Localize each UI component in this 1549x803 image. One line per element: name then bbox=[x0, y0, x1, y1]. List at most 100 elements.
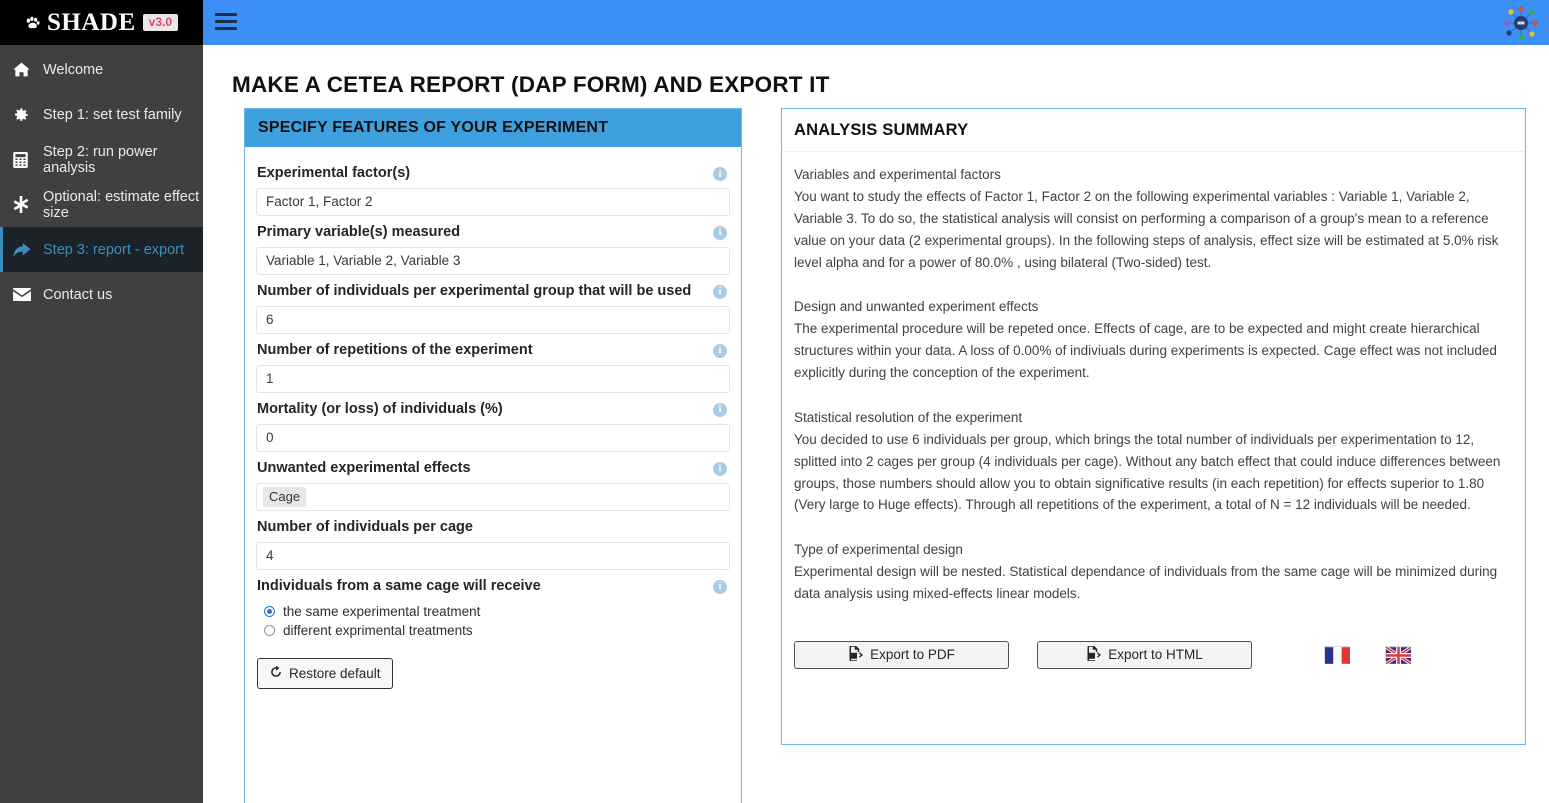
asterisk-icon bbox=[13, 196, 33, 213]
summary-heading: Variables and experimental factors bbox=[794, 167, 1001, 182]
analysis-summary-panel: Analysis summary Variables and experimen… bbox=[781, 108, 1526, 745]
radio-label: the same experimental treatment bbox=[283, 603, 481, 619]
export-to-pdf-label: Export to PDF bbox=[870, 647, 955, 663]
language-switcher bbox=[1324, 646, 1412, 666]
paw-icon bbox=[25, 15, 40, 30]
field-label: Number of individuals per experimental g… bbox=[257, 282, 692, 299]
radio-button[interactable] bbox=[264, 605, 275, 617]
field-label: Number of individuals per cage bbox=[257, 518, 473, 535]
summary-heading: Type of experimental design bbox=[794, 542, 963, 558]
info-icon[interactable]: i bbox=[713, 284, 727, 299]
field-label-row: Individuals from a same cage will receiv… bbox=[256, 570, 730, 601]
field-primary-variables: Primary variable(s) measured i bbox=[256, 216, 730, 275]
restore-default-button[interactable]: Restore default bbox=[257, 657, 393, 689]
sidebar-item-welcome[interactable]: Welcome bbox=[0, 47, 203, 92]
summary-heading: Design and unwanted experiment effects bbox=[794, 299, 1039, 315]
restore-default-wrap: Restore default bbox=[256, 639, 730, 689]
field-individuals-per-cage: Number of individuals per cage bbox=[256, 511, 730, 570]
network-logo-icon[interactable] bbox=[1501, 3, 1541, 43]
export-row: Export to PDF Export to HTML bbox=[794, 629, 1513, 669]
info-icon[interactable]: i bbox=[713, 579, 727, 594]
field-label: Unwanted experimental effects bbox=[257, 459, 471, 476]
panel-header-specify-features: Specify features of your experiment bbox=[245, 109, 741, 147]
primary-variables-input[interactable] bbox=[256, 246, 730, 275]
top-bar bbox=[203, 0, 1549, 45]
version-badge: v3.0 bbox=[142, 14, 178, 31]
sidebar: SHADE v3.0 Welcome Step 1: set test fami… bbox=[0, 0, 203, 803]
summary-block-design: Design and unwanted experiment effects T… bbox=[794, 297, 1513, 384]
sidebar-item-label: Optional: estimate effect size bbox=[43, 188, 200, 221]
info-icon[interactable]: i bbox=[713, 402, 727, 417]
page-title: Make a CETEA report (DAP form) and expor… bbox=[232, 72, 830, 97]
sidebar-item-label: Contact us bbox=[43, 286, 113, 303]
summary-block-design-type: Type of experimental design Experimental… bbox=[794, 540, 1513, 605]
panel-header-analysis-summary: Analysis summary bbox=[782, 109, 1525, 152]
flag-france-icon[interactable] bbox=[1324, 646, 1350, 665]
field-treatment-assignment: Individuals from a same cage will receiv… bbox=[256, 570, 730, 639]
arrow-right-icon bbox=[13, 242, 33, 258]
individuals-per-cage-input[interactable] bbox=[256, 541, 730, 570]
summary-heading: Statistical resolution of the experiment bbox=[794, 409, 1023, 425]
sidebar-item-label: Step 1: set test family bbox=[43, 106, 182, 123]
summary-text: The experimental procedure will be repet… bbox=[794, 321, 1497, 380]
field-label-row: Primary variable(s) measured i bbox=[256, 216, 730, 247]
calculator-icon bbox=[13, 151, 33, 168]
hamburger-icon[interactable] bbox=[215, 13, 237, 32]
field-label-row: Mortality (or loss) of individuals (%) i bbox=[256, 393, 730, 424]
app-window: SHADE v3.0 Welcome Step 1: set test fami… bbox=[0, 0, 1549, 803]
home-icon bbox=[13, 62, 33, 78]
hamburger-bar bbox=[215, 20, 237, 23]
summary-text: You decided to use 6 individuals per gro… bbox=[794, 431, 1501, 513]
export-to-html-label: Export to HTML bbox=[1108, 647, 1203, 663]
file-export-icon bbox=[848, 645, 864, 664]
field-label-row: Number of individuals per experimental g… bbox=[256, 275, 730, 306]
flag-united-kingdom-icon[interactable] bbox=[1385, 646, 1412, 666]
sidebar-item-step2[interactable]: Step 2: run power analysis bbox=[0, 137, 203, 182]
field-label-row: Number of individuals per cage bbox=[256, 511, 730, 542]
export-to-html-button[interactable]: Export to HTML bbox=[1037, 640, 1252, 669]
sidebar-item-contact[interactable]: Contact us bbox=[0, 272, 203, 317]
summary-body: Variables and experimental factors You w… bbox=[782, 152, 1525, 605]
sidebar-item-label: Step 2: run power analysis bbox=[43, 143, 158, 176]
info-icon[interactable]: i bbox=[713, 343, 727, 358]
mortality-percent-input[interactable] bbox=[256, 423, 730, 452]
info-icon[interactable]: i bbox=[713, 225, 727, 240]
main-content: Make a CETEA report (DAP form) and expor… bbox=[203, 45, 1549, 803]
info-icon[interactable]: i bbox=[713, 461, 727, 476]
field-label: Primary variable(s) measured bbox=[257, 223, 461, 240]
sidebar-item-label: Step 3: report - export bbox=[43, 241, 185, 258]
file-export-icon bbox=[1086, 645, 1102, 664]
experimental-factors-input[interactable] bbox=[256, 187, 730, 216]
brand-logo[interactable]: SHADE v3.0 bbox=[0, 0, 203, 45]
summary-block-resolution: Statistical resolution of the experiment… bbox=[794, 408, 1513, 516]
summary-text: You want to study the effects of Factor … bbox=[794, 188, 1499, 270]
field-label-row: Experimental factor(s) i bbox=[256, 157, 730, 188]
export-to-pdf-button[interactable]: Export to PDF bbox=[794, 640, 1009, 669]
radio-button[interactable] bbox=[264, 624, 275, 636]
field-label-row: Unwanted experimental effects i bbox=[256, 452, 730, 483]
field-unwanted-effects: Unwanted experimental effects i Cage bbox=[256, 452, 730, 511]
restore-default-label: Restore default bbox=[289, 665, 381, 681]
hamburger-bar bbox=[215, 27, 237, 30]
radio-option-same-treatment[interactable]: the same experimental treatment bbox=[256, 601, 730, 620]
summary-text: Experimental design will be nested. Stat… bbox=[794, 564, 1498, 601]
hamburger-bar bbox=[215, 13, 237, 16]
experiment-features-panel: Specify features of your experiment Expe… bbox=[244, 108, 742, 803]
unwanted-effects-multiselect[interactable]: Cage bbox=[256, 482, 730, 511]
individuals-per-group-input[interactable] bbox=[256, 305, 730, 334]
field-individuals-per-group: Number of individuals per experimental g… bbox=[256, 275, 730, 334]
radio-option-different-treatments[interactable]: different exprimental treatments bbox=[256, 620, 730, 639]
tag-cage[interactable]: Cage bbox=[263, 486, 307, 507]
field-mortality-percent: Mortality (or loss) of individuals (%) i bbox=[256, 393, 730, 452]
sidebar-item-step3[interactable]: Step 3: report - export bbox=[0, 227, 203, 272]
number-of-repetitions-input[interactable] bbox=[256, 364, 730, 393]
field-label: Individuals from a same cage will receiv… bbox=[257, 577, 541, 594]
form-body: Experimental factor(s) i Primary variabl… bbox=[245, 147, 741, 689]
radio-label: different exprimental treatments bbox=[283, 622, 473, 638]
info-icon[interactable]: i bbox=[713, 167, 727, 181]
sidebar-item-optional[interactable]: Optional: estimate effect size bbox=[0, 182, 203, 227]
sidebar-item-step1[interactable]: Step 1: set test family bbox=[0, 92, 203, 137]
envelope-icon bbox=[13, 287, 33, 303]
field-label: Experimental factor(s) bbox=[257, 165, 411, 181]
undo-icon bbox=[269, 665, 283, 682]
